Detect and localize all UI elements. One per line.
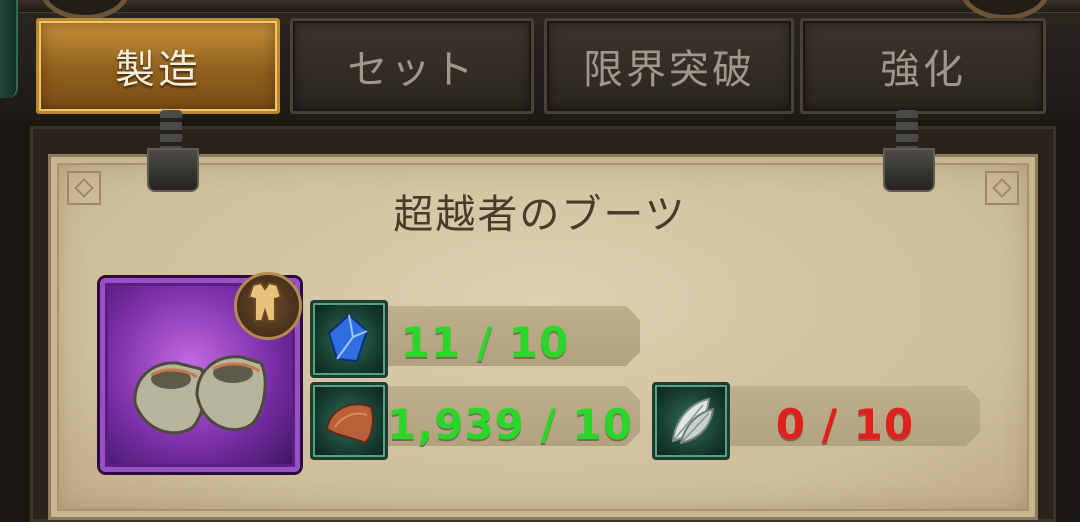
tab-enhance[interactable]: 強化 <box>800 18 1046 114</box>
item-title: 超越者のブーツ <box>393 192 687 238</box>
feather-icon[interactable] <box>652 382 730 460</box>
armor-icon <box>234 272 302 340</box>
tab-set-label: セット <box>347 47 477 93</box>
material-count: 11 / 10 <box>400 317 570 367</box>
side-accent <box>0 0 18 98</box>
chain <box>160 110 182 150</box>
tab-limit-break[interactable]: 限界突破 <box>544 18 794 114</box>
material-count: 1,939 / 10 <box>387 399 633 449</box>
material-count: 0 / 10 <box>775 399 915 449</box>
leather-hide-icon[interactable] <box>310 382 388 460</box>
tab-craft-label: 製造 <box>115 47 201 93</box>
tab-limit-break-label: 限界突破 <box>583 47 755 93</box>
chain <box>896 110 918 150</box>
tab-craft[interactable]: 製造 <box>36 18 280 114</box>
tab-enhance-label: 強化 <box>880 47 966 93</box>
top-rim <box>0 0 1080 13</box>
blue-gem-icon[interactable] <box>310 300 388 378</box>
tab-set[interactable]: セット <box>290 18 534 114</box>
